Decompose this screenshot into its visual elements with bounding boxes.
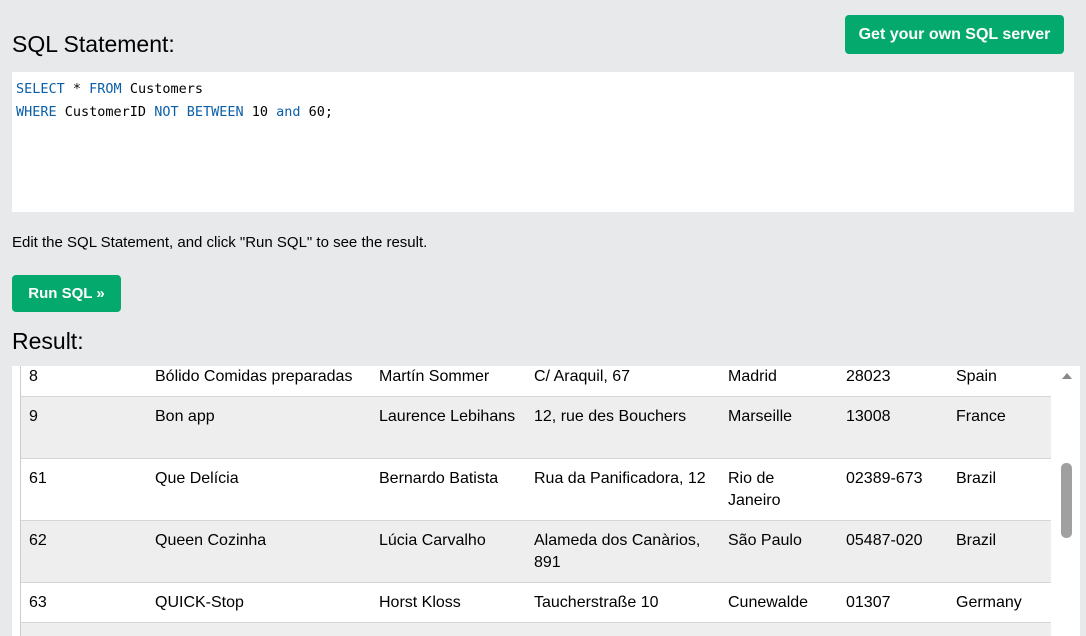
get-sql-server-button[interactable]: Get your own SQL server	[845, 15, 1064, 54]
table-cell: Que Delícia	[155, 469, 239, 487]
table-cell: Alameda dos Canàrios, 891	[534, 531, 701, 571]
table-cell: Queen Cozinha	[155, 531, 267, 549]
table-cell: 61	[29, 469, 47, 487]
table-cell: Laurence Lebihans	[379, 407, 516, 425]
result-table-container: 8 Bólido Comidas preparadas Martín Somme…	[20, 366, 1051, 636]
instructions-text: Edit the SQL Statement, and click "Run S…	[12, 234, 428, 251]
table-cell: 9	[29, 407, 38, 425]
table-cell: QUICK-Stop	[155, 593, 244, 611]
table-cell: Taucherstraße 10	[534, 593, 659, 611]
table-cell: Madrid	[728, 368, 777, 385]
code-line: WHERE CustomerID NOT BETWEEN 10 and 60;	[16, 101, 1070, 124]
result-scrollbar[interactable]	[1054, 366, 1080, 636]
sql-code-editor[interactable]: SELECT * FROM Customers WHERE CustomerID …	[12, 72, 1074, 212]
table-cell: Bólido Comidas preparadas	[155, 368, 353, 385]
page: Get your own SQL server SQL Statement: S…	[0, 0, 1086, 636]
scroll-up-arrow-icon[interactable]	[1062, 373, 1072, 379]
table-row: 9 Bon app Laurence Lebihans 12, rue des …	[21, 396, 1051, 458]
sql-text: *	[64, 81, 90, 97]
table-cell	[21, 622, 1051, 636]
scroll-thumb[interactable]	[1061, 463, 1072, 538]
sql-statement-heading: SQL Statement:	[12, 31, 175, 57]
table-cell: Bon app	[155, 407, 215, 425]
run-sql-button[interactable]: Run SQL »	[12, 275, 121, 312]
table-cell: 01307	[846, 593, 891, 611]
result-heading: Result:	[12, 328, 84, 354]
table-cell: Germany	[956, 593, 1022, 611]
sql-keyword: FROM	[89, 81, 122, 97]
table-row: 62 Queen Cozinha Lúcia Carvalho Alameda …	[21, 520, 1051, 582]
table-row: 8 Bólido Comidas preparadas Martín Somme…	[21, 366, 1051, 396]
table-cell: C/ Araquil, 67	[534, 368, 631, 385]
table-row	[21, 622, 1051, 636]
table-cell: Lúcia Carvalho	[379, 531, 486, 549]
table-cell: Martín Sommer	[379, 368, 490, 385]
table-cell: Spain	[956, 368, 997, 385]
table-cell: Horst Kloss	[379, 593, 461, 611]
table-cell: 28023	[846, 368, 891, 385]
table-row: 61 Que Delícia Bernardo Batista Rua da P…	[21, 458, 1051, 520]
table-cell: Cunewalde	[728, 593, 809, 611]
code-line: SELECT * FROM Customers	[16, 78, 1070, 101]
table-cell: France	[956, 407, 1006, 425]
table-cell: São Paulo	[728, 531, 802, 549]
table-cell: 8	[29, 368, 38, 385]
table-cell: 63	[29, 593, 47, 611]
sql-text: Customers	[121, 81, 203, 97]
sql-text: 10	[243, 104, 277, 120]
table-cell: 62	[29, 531, 47, 549]
sql-text: CustomerID	[56, 104, 155, 120]
sql-keyword: and	[276, 104, 301, 120]
table-cell: Brazil	[956, 531, 997, 549]
result-frame[interactable]: 8 Bólido Comidas preparadas Martín Somme…	[12, 366, 1080, 636]
table-cell: Marseille	[728, 407, 793, 425]
table-cell: Rio de Janeiro	[728, 469, 781, 509]
table-cell: Brazil	[956, 469, 997, 487]
sql-keyword: NOT BETWEEN	[154, 104, 244, 120]
result-table: 8 Bólido Comidas preparadas Martín Somme…	[21, 366, 1051, 636]
sql-text: 60;	[300, 104, 334, 120]
sql-keyword: WHERE	[16, 104, 57, 120]
table-row: 63 QUICK-Stop Horst Kloss Taucherstraße …	[21, 582, 1051, 622]
table-cell: 12, rue des Bouchers	[534, 407, 687, 425]
table-cell: 13008	[846, 407, 891, 425]
sql-keyword: SELECT	[16, 81, 65, 97]
table-cell: Rua da Panificadora, 12	[534, 469, 706, 487]
table-cell: Bernardo Batista	[379, 469, 499, 487]
table-cell: 02389-673	[846, 469, 923, 487]
table-cell: 05487-020	[846, 531, 923, 549]
